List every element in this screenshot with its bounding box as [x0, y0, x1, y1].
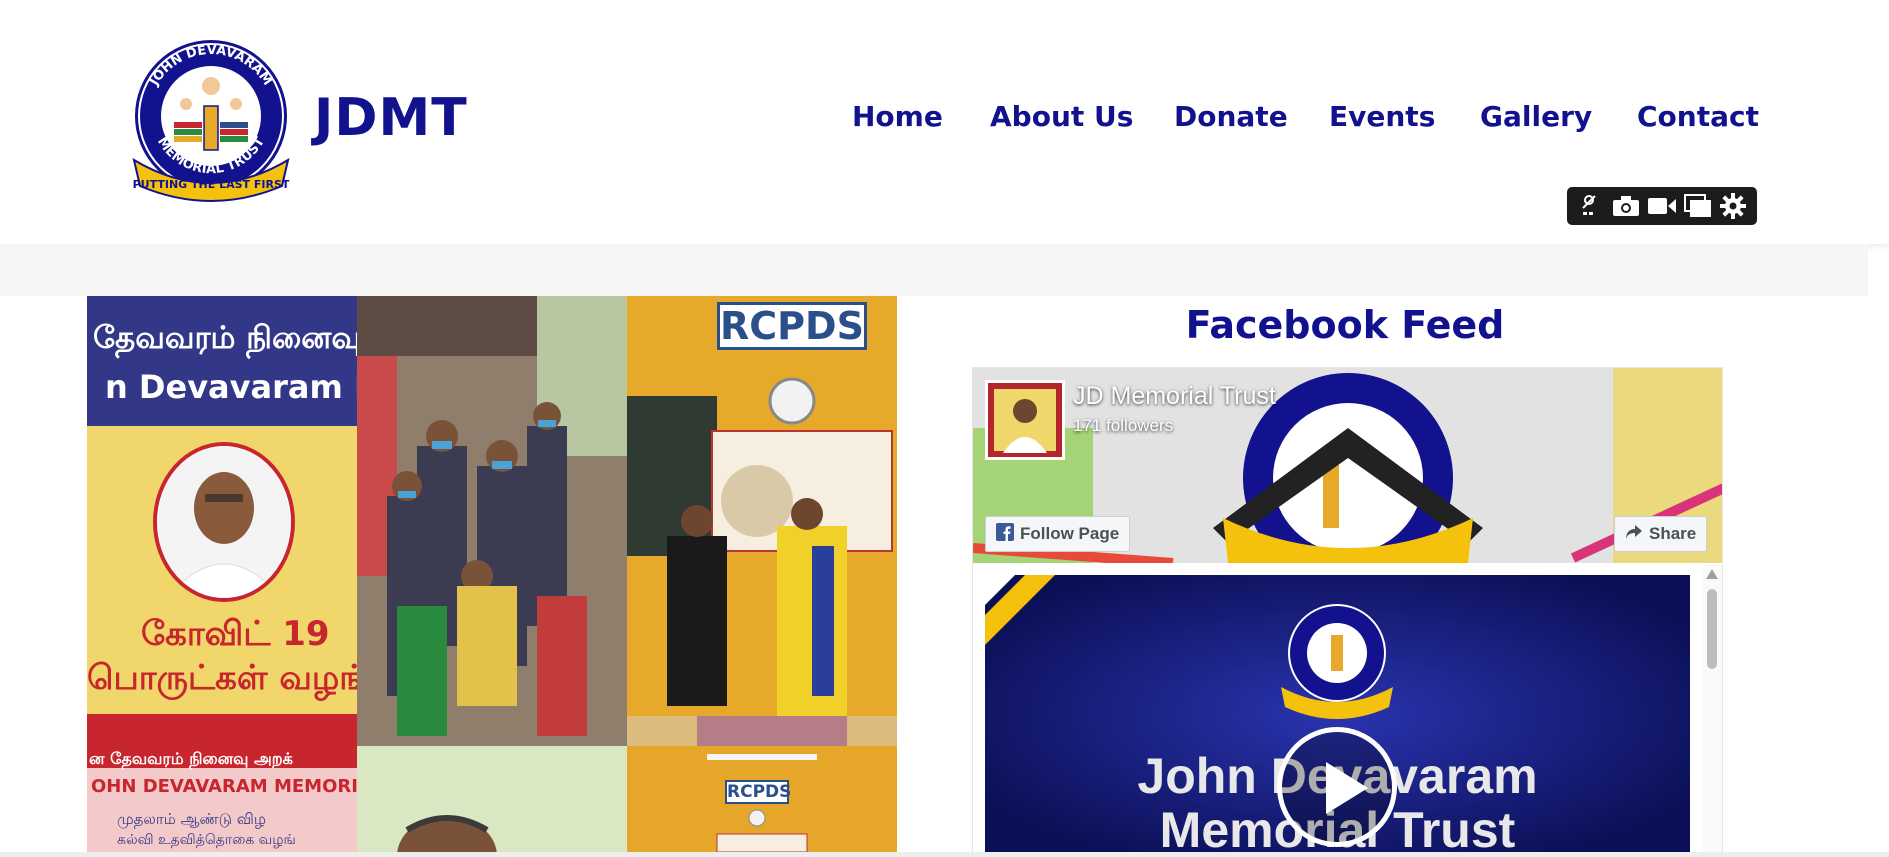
share-arrow-icon	[1625, 524, 1643, 545]
play-button-icon[interactable]	[1277, 727, 1397, 847]
banner-bottom-line1: ன தேவவரம் நினைவு அறக்	[89, 749, 293, 768]
banner-red-bar	[87, 714, 357, 746]
facebook-page-widget: JD Memorial Trust 171 followers Follow P…	[972, 367, 1723, 853]
nav-gallery[interactable]: Gallery	[1480, 100, 1592, 133]
banner-tamil-title: தேவவரம் நினைவு	[93, 320, 357, 356]
nav-contact[interactable]: Contact	[1637, 100, 1759, 133]
photo-collage: தேவவரம் நினைவு n Devavaram Me கோவிட் 19 …	[87, 296, 897, 852]
header-divider-band	[0, 244, 1868, 296]
brand-name[interactable]: JDMT	[314, 88, 468, 148]
camera-icon[interactable]	[1611, 192, 1641, 220]
logo-ribbon-text: PUTTING THE LAST FIRST	[133, 178, 290, 191]
scroll-up-arrow-icon[interactable]	[1706, 569, 1718, 579]
facebook-video-post[interactable]: John Devavaram Memorial Trust	[985, 575, 1690, 852]
capture-toolbar	[1567, 187, 1757, 225]
nav-home[interactable]: Home	[852, 100, 943, 133]
banner-distribution-text: பொருட்கள் வழங்	[87, 658, 357, 698]
scrollbar-thumb[interactable]	[1707, 589, 1717, 669]
rcpds-hall-photo[interactable]: RCPDS	[627, 746, 897, 852]
facebook-page-name[interactable]: JD Memorial Trust	[1073, 382, 1276, 411]
scholarship-handover-photo[interactable]: RCPDS	[627, 296, 897, 746]
share-button[interactable]: Share	[1614, 516, 1708, 552]
video-icon[interactable]	[1647, 192, 1677, 220]
portrait-closeup-photo[interactable]	[357, 746, 627, 852]
facebook-cover-image[interactable]: JD Memorial Trust 171 followers Follow P…	[973, 368, 1722, 563]
facebook-f-icon	[996, 522, 1014, 546]
nav-donate[interactable]: Donate	[1174, 100, 1288, 133]
banner-bottom-line3: முதலாம் ஆண்டு விழ	[117, 810, 266, 828]
facebook-page-avatar[interactable]	[985, 380, 1065, 460]
nav-about-us[interactable]: About Us	[990, 100, 1133, 133]
site-header: PUTTING THE LAST FIRST JOHN DEVAVARAM ME…	[0, 0, 1889, 244]
facebook-feed-title: Facebook Feed	[1185, 303, 1505, 347]
gear-icon[interactable]	[1718, 192, 1748, 220]
rcpds-sign-small: RCPDS	[725, 780, 792, 804]
banner-covid-text: கோவிட் 19	[141, 614, 330, 654]
jdmt-logo[interactable]: PUTTING THE LAST FIRST JOHN DEVAVARAM ME…	[124, 36, 298, 206]
nav-events[interactable]: Events	[1329, 100, 1435, 133]
rcpds-sign: RCPDS	[717, 302, 867, 350]
follow-page-button[interactable]: Follow Page	[985, 516, 1131, 552]
banner-bottom-line2: OHN DEVAVARAM MEMORIAL	[91, 776, 357, 797]
facebook-feed-scrollbar[interactable]	[1702, 565, 1722, 852]
banner-english-title: n Devavaram Me	[105, 368, 357, 406]
page-bottom-edge	[0, 852, 1889, 857]
banner-header	[87, 296, 357, 426]
anniversary-banner-photo[interactable]: ன தேவவரம் நினைவு அறக் OHN DEVAVARAM MEMO…	[87, 746, 357, 852]
share-label: Share	[1649, 524, 1697, 543]
banner-bottom-line4: கல்வி உதவித்தொகை வழங்	[117, 832, 296, 848]
covid-relief-banner-photo[interactable]: தேவவரம் நினைவு n Devavaram Me கோவிட் 19 …	[87, 296, 357, 746]
pin-off-icon[interactable]	[1576, 192, 1606, 220]
follow-page-label: Follow Page	[1020, 524, 1120, 543]
facebook-followers-count: 171 followers	[1073, 416, 1174, 435]
windows-icon[interactable]	[1683, 192, 1713, 220]
memorial-portrait	[153, 442, 295, 602]
children-group-photo[interactable]	[357, 296, 627, 746]
